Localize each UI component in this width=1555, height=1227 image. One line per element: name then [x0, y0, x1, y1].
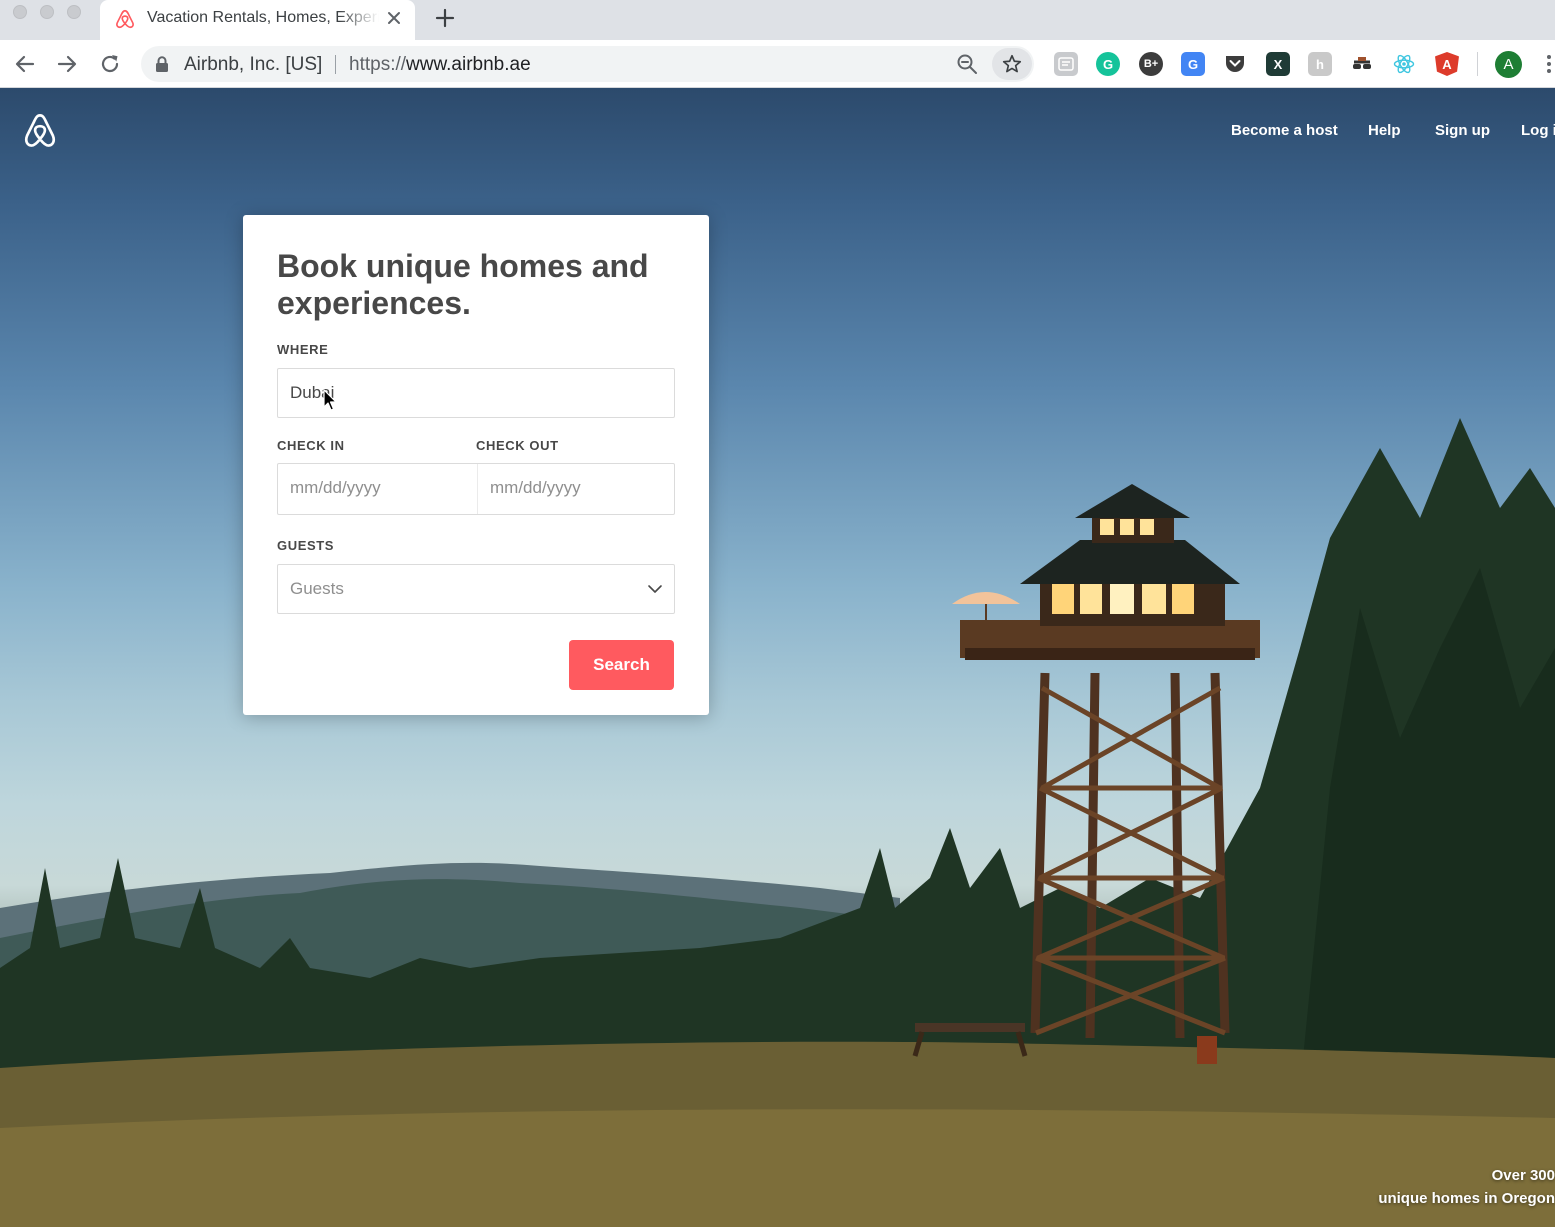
search-card-heading: Book unique homes and experiences. — [277, 248, 649, 321]
react-glyph-icon — [1393, 54, 1415, 74]
extension-incognito-icon[interactable] — [1350, 52, 1374, 76]
airbnb-logo-icon — [116, 9, 134, 29]
search-card: Book unique homes and experiences. WHERE… — [243, 215, 709, 715]
pocket-glyph-icon — [1226, 56, 1244, 72]
forward-arrow-icon[interactable] — [55, 52, 79, 76]
tab-title: Vacation Rentals, Homes, Experiences & P… — [147, 9, 379, 27]
check-in-label: CHECK IN — [277, 438, 345, 453]
window-minimize-button[interactable] — [40, 5, 54, 19]
page-viewport: Become a host Help Sign up Log i Book un… — [0, 88, 1555, 1227]
browser-tab-strip: Vacation Rentals, Homes, Experiences & P… — [0, 0, 1555, 40]
zoom-icon[interactable] — [956, 53, 978, 75]
url-scheme: https:// — [349, 54, 407, 75]
browser-tab-active[interactable]: Vacation Rentals, Homes, Experiences & P… — [100, 0, 415, 40]
bookmark-button[interactable] — [992, 48, 1032, 80]
where-label: WHERE — [277, 342, 329, 357]
become-host-link[interactable]: Become a host — [1231, 122, 1338, 139]
search-button[interactable]: Search — [569, 640, 674, 690]
toolbar-divider — [1477, 52, 1478, 76]
airbnb-logo-icon[interactable] — [22, 112, 58, 150]
extension-translate-icon[interactable]: G — [1181, 52, 1205, 76]
check-out-placeholder: mm/dd/yyyy — [490, 478, 581, 497]
check-out-input[interactable]: mm/dd/yyyy — [478, 464, 675, 514]
check-out-label: CHECK OUT — [476, 438, 559, 453]
extension-angular-icon[interactable]: A — [1435, 52, 1459, 76]
help-link[interactable]: Help — [1368, 122, 1401, 139]
address-bar-divider — [335, 55, 336, 74]
extension-reader-icon[interactable] — [1054, 52, 1078, 76]
mouse-cursor-icon — [323, 389, 337, 411]
site-identity: Airbnb, Inc. [US] — [184, 54, 323, 75]
hero-caption-line1: Over 300 — [1491, 1167, 1555, 1184]
extension-excel-icon[interactable]: X — [1266, 52, 1290, 76]
chevron-down-icon — [648, 585, 662, 593]
window-zoom-button[interactable] — [67, 5, 81, 19]
address-bar[interactable]: Airbnb, Inc. [US] https://www.airbnb.ae — [141, 46, 1034, 82]
close-tab-icon[interactable] — [385, 9, 403, 27]
profile-avatar[interactable]: A — [1495, 51, 1522, 78]
browser-toolbar: Airbnb, Inc. [US] https://www.airbnb.ae … — [0, 40, 1555, 88]
hero-caption: Over 300 unique homes in Oregon — [1378, 1164, 1555, 1210]
browser-menu-icon[interactable] — [1543, 53, 1555, 75]
reader-glyph-icon — [1058, 57, 1074, 71]
guests-label: GUESTS — [277, 538, 335, 553]
check-in-placeholder: mm/dd/yyyy — [290, 478, 381, 497]
url-host: www.airbnb.ae — [406, 54, 531, 75]
new-tab-icon[interactable] — [433, 6, 457, 30]
hero-background-image — [0, 418, 1555, 1227]
guests-placeholder: Guests — [290, 579, 344, 598]
hero-caption-line2: unique homes in Oregon — [1378, 1190, 1555, 1207]
date-range-picker: mm/dd/yyyy mm/dd/yyyy — [277, 463, 675, 515]
extension-react-icon[interactable] — [1392, 52, 1416, 76]
lock-icon[interactable] — [155, 56, 169, 72]
check-in-input[interactable]: mm/dd/yyyy — [278, 464, 477, 514]
url-text: https://www.airbnb.ae — [349, 54, 531, 76]
extension-bplus-icon[interactable]: B+ — [1139, 52, 1163, 76]
log-in-link[interactable]: Log i — [1521, 122, 1555, 139]
guests-select[interactable]: Guests — [277, 564, 675, 614]
extension-grammarly-icon[interactable]: G — [1096, 52, 1120, 76]
extension-h-icon[interactable]: h — [1308, 52, 1332, 76]
extension-pocket-icon[interactable] — [1223, 52, 1247, 76]
sign-up-link[interactable]: Sign up — [1435, 122, 1490, 139]
window-close-button[interactable] — [13, 5, 27, 19]
reload-icon[interactable] — [98, 52, 122, 76]
back-arrow-icon[interactable] — [13, 52, 37, 76]
incognito-glyph-icon — [1353, 57, 1371, 69]
bookmark-star-icon — [1002, 54, 1022, 73]
